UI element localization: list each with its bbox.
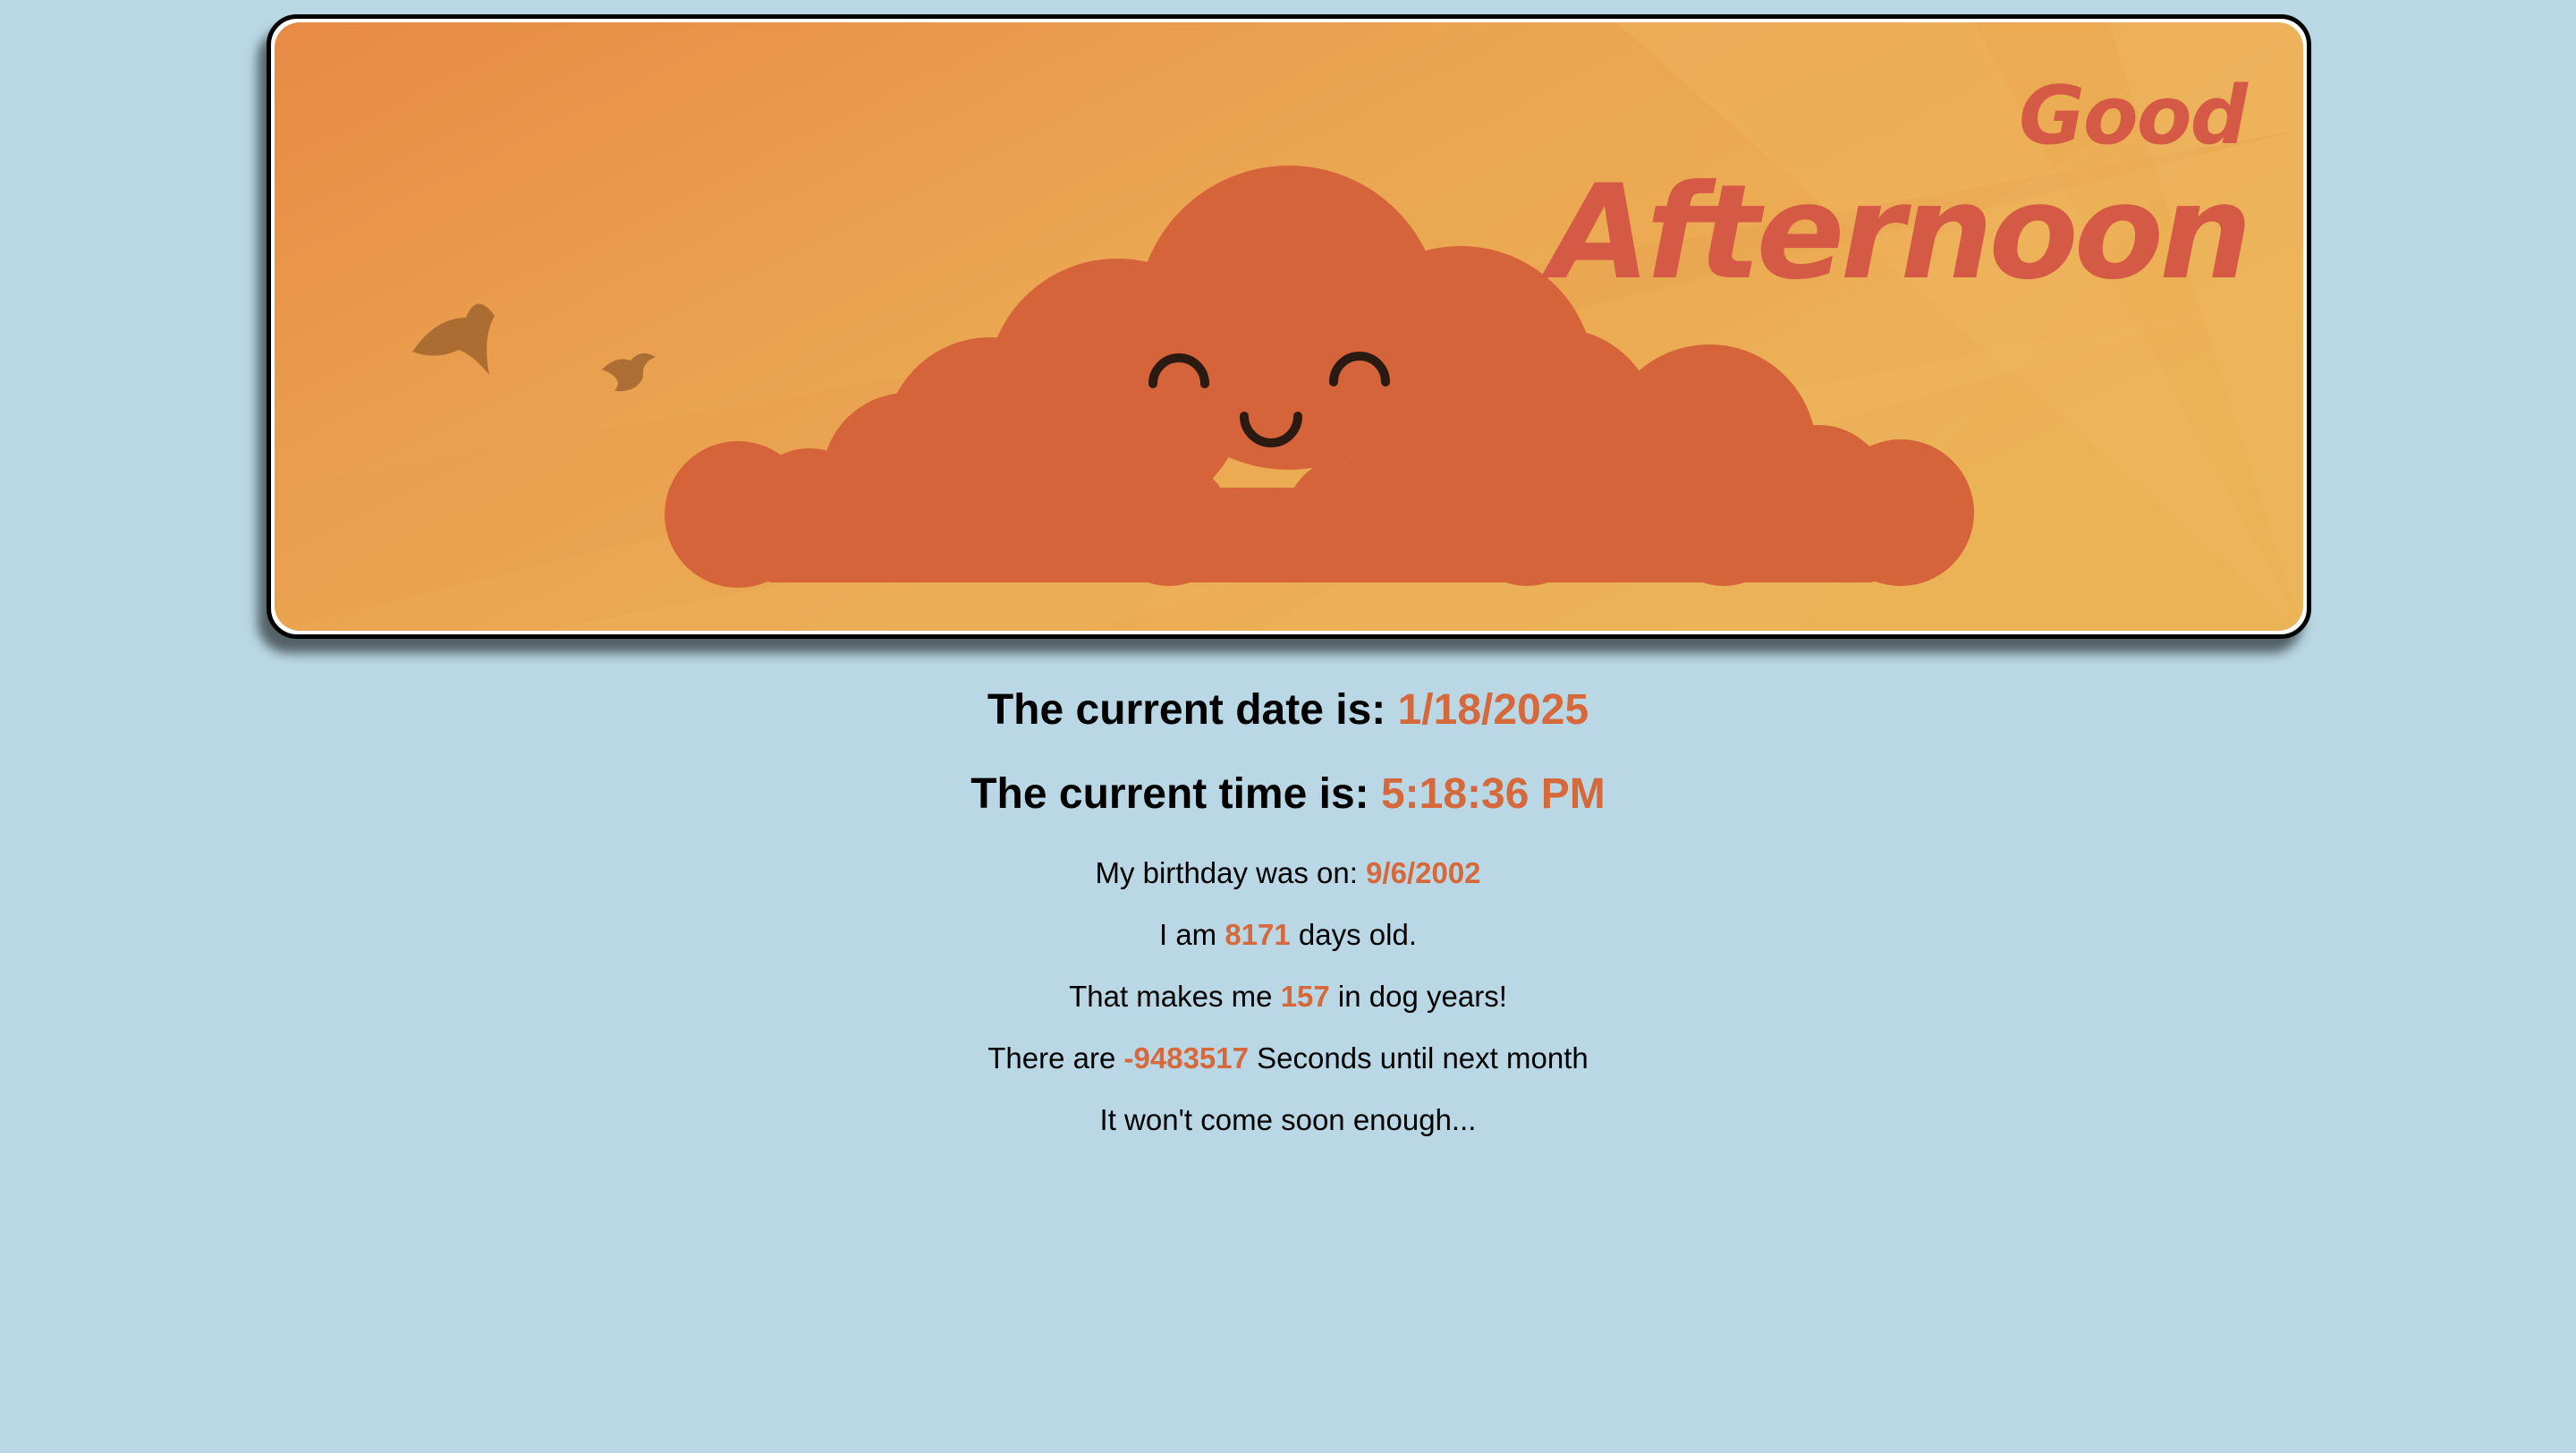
current-date-value: 1/18/2025 — [1397, 686, 1589, 734]
current-date-label: The current date is: — [987, 686, 1398, 734]
afternoon-cloud-illustration — [275, 22, 2303, 631]
birthday-label: My birthday was on: — [1095, 856, 1367, 889]
current-time-value: 5:18:36 PM — [1380, 770, 1606, 818]
dog-years-line: That makes me 157 in dog years! — [0, 980, 2576, 1014]
seconds-until-next-month-line: There are -9483517 Seconds until next mo… — [0, 1041, 2576, 1075]
age-days-value: 8171 — [1224, 918, 1291, 951]
age-line: I am 8171 days old. — [0, 918, 2576, 952]
current-time-line: The current time is: 5:18:36 PM — [0, 769, 2576, 819]
greeting-banner: Good Afternoon — [267, 14, 2311, 639]
age-suffix: days old. — [1290, 918, 1418, 951]
birthday-line: My birthday was on: 9/6/2002 — [0, 856, 2576, 890]
dog-years-prefix: That makes me — [1069, 980, 1281, 1013]
seconds-value: -9483517 — [1123, 1041, 1249, 1075]
current-time-label: The current time is: — [970, 770, 1381, 818]
seconds-prefix: There are — [987, 1041, 1124, 1075]
age-prefix: I am — [1158, 918, 1225, 951]
current-date-line: The current date is: 1/18/2025 — [0, 685, 2576, 735]
closing-line: It won't come soon enough... — [1099, 1103, 1477, 1136]
greeting-line-afternoon: Afternoon — [1549, 157, 2252, 309]
dog-years-value: 157 — [1280, 980, 1330, 1013]
seconds-suffix: Seconds until next month — [1248, 1041, 1589, 1075]
birthday-value: 9/6/2002 — [1366, 856, 1481, 889]
dog-years-suffix: in dog years! — [1329, 980, 1507, 1013]
greeting-line-good: Good — [2019, 69, 2248, 163]
